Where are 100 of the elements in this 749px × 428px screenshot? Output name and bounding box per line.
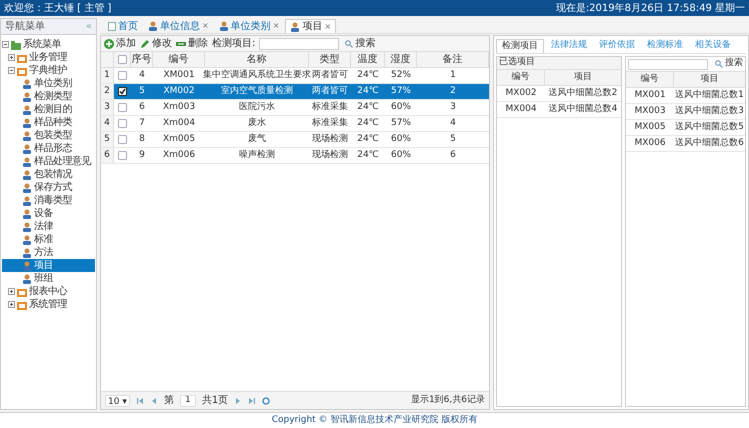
pencil-icon [140,38,150,48]
row-number: 4 [101,116,114,131]
table-cell-text: 4 [138,68,146,82]
checkbox[interactable] [118,151,127,160]
tab[interactable]: 评价依据 [594,39,640,53]
table-row[interactable]: 4 7 Xm004 废水 标准采集 24℃ 57% 4 [101,116,489,132]
last-page-icon[interactable] [248,396,256,404]
person-icon [22,130,32,140]
edit-button[interactable]: 修改 [140,36,172,51]
table-cell-text: 8 [138,132,146,146]
column-header: 项目 [573,70,593,84]
search-button[interactable]: 搜索 [345,36,376,51]
tree-item[interactable]: 标准 [2,233,95,246]
table-cell-text: XM001 [162,68,196,82]
tree-item[interactable]: 班组 [2,272,95,285]
person-icon [148,21,158,31]
table-row[interactable]: 5 8 Xm005 废气 现场检测 24℃ 60% 5 [101,132,489,148]
tree-item[interactable]: 检测类型 [2,90,95,103]
table-cell-text: MX004 [504,102,538,116]
table-cell-text: 24℃ [356,100,380,114]
tree-item[interactable]: 系统菜单 [2,38,95,51]
checkbox[interactable] [118,103,127,112]
refresh-icon[interactable] [262,396,270,404]
page-size-dropdown[interactable]: 10 ▾ [105,394,130,406]
table-row[interactable]: 6 9 Xm006 噪声检测 现场检测 24℃ 60% 6 [101,148,489,164]
table-cell-text: MX002 [504,86,538,100]
table-cell-text: Xm003 [162,100,196,114]
tree-item[interactable]: 方法 [2,246,95,259]
table-cell-text: 噪声检测 [238,148,276,162]
search-button[interactable]: 搜索 [715,57,743,71]
column-header: 编号 [626,72,674,87]
checkbox[interactable] [118,71,127,80]
table-cell-text: 标准采集 [311,100,349,114]
table-cell-text: 9 [138,148,146,162]
tab[interactable]: 法律法规 [546,39,592,53]
next-page-icon[interactable] [234,396,242,404]
add-button[interactable]: 添加 [104,36,136,51]
tree-item[interactable]: 法律 [2,220,95,233]
delete-button[interactable]: 删除 [176,36,208,51]
table-cell-text: 室内空气质量检测 [220,84,294,98]
table-cell-text: XM002 [162,84,196,98]
clock-text: 现在是:2019年8月26日 17:58:49 星期一 [556,2,745,16]
row-number: 3 [101,100,114,115]
person-icon [22,170,32,180]
table-cell-text: 24℃ [356,68,380,82]
checkbox[interactable] [118,119,127,128]
tree-item[interactable]: 样品种类 [2,116,95,129]
page-field[interactable]: 1 [180,394,196,406]
tree-item[interactable]: 样品形态 [2,142,95,155]
table-cell-text: 送风中细菌总数4 [548,102,618,116]
table-row[interactable]: 3 6 Xm003 医院污水 标准采集 24℃ 60% 3 [101,100,489,116]
table-cell-text: 送风中细菌总数5 [674,120,745,134]
search-field[interactable] [259,38,340,50]
tab[interactable]: 相关设备 [690,39,736,53]
table-cell-text: 57% [390,84,412,98]
tree-item[interactable]: 样品处理意见 [2,155,95,168]
tab[interactable]: 单位信息 × [144,19,213,33]
tree-item[interactable]: 业务管理 [2,51,95,64]
tab[interactable]: 单位类别 × [214,19,284,33]
folder-tree-icon [11,40,21,50]
table-cell-text: MX001 [633,88,667,102]
table-cell-text: 标准采集 [311,116,349,130]
search-icon [715,60,723,68]
person-icon [22,196,32,206]
tab[interactable]: 检测标准 [642,39,688,53]
checkbox[interactable] [118,135,127,144]
search-field[interactable] [628,58,708,70]
table-cell-text: 送风中细菌总数2 [548,86,618,100]
table-cell-text: 现场检测 [311,132,349,146]
tree-item[interactable]: 报表中心 [2,285,95,298]
tree-item[interactable]: 单位类别 [2,77,95,90]
tree-item[interactable]: 保存方式 [2,181,95,194]
table-cell-text: 送风中细菌总数3 [674,104,745,118]
tree-item[interactable]: 包装类型 [2,129,95,142]
tree-item[interactable]: 检测目的 [2,103,95,116]
close-icon[interactable]: × [202,20,209,32]
person-icon [22,144,32,154]
close-icon[interactable]: × [272,20,280,32]
table-row[interactable]: 2 5 XM002 室内空气质量检测 两者皆可 24℃ 57% 2 [101,84,489,100]
pager-summary: 显示1到6,共6记录 [410,394,485,407]
tree-item[interactable]: 项目 [2,259,95,272]
tree-item[interactable]: 设备 [2,207,95,220]
checkbox[interactable] [118,55,126,64]
previous-page-icon[interactable] [150,396,158,404]
tab[interactable]: 检测项目 [496,39,544,53]
tree-item[interactable]: 消毒类型 [2,194,95,207]
tree-item[interactable]: 字典维护 [2,64,95,77]
tab[interactable]: 首页 [104,19,142,33]
column-header: 湿度 [385,52,417,67]
first-page-icon[interactable] [136,396,144,404]
tab[interactable]: 项目 × [285,19,336,33]
table-cell-text: 60% [390,100,412,114]
tree-item[interactable]: 系统管理 [2,298,95,311]
tree-item[interactable]: 包装情况 [2,168,95,181]
checkbox[interactable] [118,87,127,96]
column-header: 项目 [700,72,720,86]
table-cell-text: Xm006 [162,148,196,162]
table-cell-text: 24℃ [356,132,380,146]
table-cell-text: 5 [138,84,146,98]
close-icon[interactable]: × [324,20,332,32]
